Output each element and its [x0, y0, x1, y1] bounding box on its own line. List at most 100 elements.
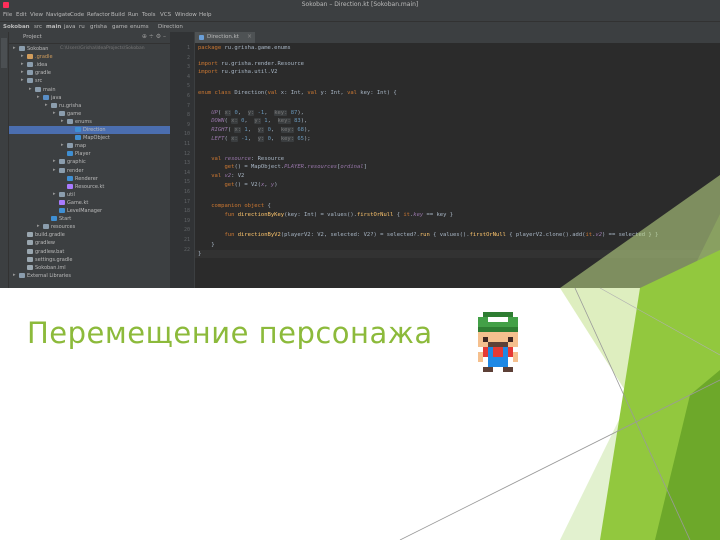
chevron-icon[interactable]: ▸ — [29, 86, 32, 92]
tree-item[interactable]: ▸ main — [9, 86, 170, 94]
tree-item-label: LevelManager — [67, 208, 103, 214]
chevron-icon[interactable]: ▸ — [21, 53, 24, 59]
tree-item[interactable]: ▸ .idea — [9, 61, 170, 69]
tree-item[interactable]: ▸ gradle — [9, 69, 170, 77]
menu-navigate[interactable]: Navigate — [46, 12, 71, 18]
tree-item[interactable]: gradlew.bat — [9, 248, 170, 256]
tree-item[interactable]: ▸ java — [9, 94, 170, 102]
folder-icon — [27, 54, 33, 60]
crumb-game[interactable]: game — [112, 24, 128, 30]
chevron-icon[interactable]: ▸ — [53, 191, 56, 197]
tree-item[interactable]: ▸ enums — [9, 118, 170, 126]
folder-icon — [43, 94, 49, 100]
title-bar: Sokoban – Direction.kt [Sokoban.main] — [0, 0, 720, 10]
tree-item[interactable]: ▸ util — [9, 191, 170, 199]
menu-vcs[interactable]: VCS — [160, 12, 171, 18]
folder-icon — [43, 224, 49, 230]
line-number: 9 — [186, 121, 190, 128]
tree-item-label: settings.gradle — [35, 256, 73, 263]
close-icon[interactable]: × — [247, 33, 252, 40]
chevron-icon[interactable]: ▸ — [13, 272, 16, 278]
folder-icon — [27, 62, 33, 68]
crumb-ru[interactable]: ru — [79, 24, 85, 30]
file-icon — [27, 256, 33, 262]
menu-help[interactable]: Help — [199, 12, 212, 18]
tree-item[interactable]: ▸ External Libraries — [9, 272, 170, 280]
project-tool-tab[interactable] — [1, 38, 7, 68]
code-line: LEFT( x: -1, y: 0, key: 65); — [211, 136, 311, 142]
tree-item[interactable]: LevelManager — [9, 207, 170, 215]
menu-edit[interactable]: Edit — [16, 12, 27, 18]
menu-run[interactable]: Run — [128, 12, 139, 18]
tree-item[interactable]: ▸ game — [9, 110, 170, 118]
tree-item[interactable]: ▸ render — [9, 167, 170, 175]
tree-item-label: Resource.kt — [75, 183, 105, 190]
tree-item[interactable]: Renderer — [9, 175, 170, 183]
tree-item[interactable]: Game.kt — [9, 199, 170, 207]
crumb-enums[interactable]: enums — [130, 24, 149, 30]
chevron-icon[interactable]: ▸ — [37, 94, 40, 100]
menu-window[interactable]: Window — [175, 12, 197, 18]
menu-code[interactable]: Code — [70, 12, 84, 18]
tree-item[interactable]: Resource.kt — [9, 183, 170, 191]
decor-line — [599, 287, 720, 356]
tree-item[interactable]: ▸ Sokoban C:\Users\Grisha\IdeaProjects\Sok… — [9, 45, 170, 53]
chevron-icon[interactable]: ▸ — [61, 142, 64, 148]
crumb-sokoban[interactable]: Sokoban — [3, 24, 30, 30]
chevron-icon[interactable]: ▸ — [13, 45, 16, 51]
chevron-icon[interactable]: ▸ — [45, 102, 48, 108]
menu-build[interactable]: Build — [111, 12, 125, 18]
code-line: get() = MapObject.PLAYER.resources[ordin… — [224, 164, 367, 170]
line-number: 15 — [183, 179, 190, 186]
code-line: DOWN( x: 0, y: 1, key: 83), — [211, 118, 308, 124]
menu-tools[interactable]: Tools — [142, 12, 156, 18]
tree-item[interactable]: build.gradle — [9, 231, 170, 239]
file-icon — [27, 240, 33, 246]
menu-file[interactable]: File — [3, 12, 12, 18]
current-line-highlight — [195, 250, 720, 258]
tree-item[interactable]: ▸ .gradle — [9, 53, 170, 61]
crumb-main[interactable]: main — [46, 24, 61, 30]
chevron-icon[interactable]: ▸ — [21, 61, 24, 67]
tree-item[interactable]: Start — [9, 215, 170, 223]
line-number: 8 — [186, 112, 190, 119]
menu-refactor[interactable]: Refactor — [87, 12, 110, 18]
chevron-icon[interactable]: ▸ — [53, 158, 56, 164]
line-number: 18 — [183, 208, 190, 215]
line-number: 1 — [186, 45, 190, 51]
chevron-icon[interactable]: ▸ — [21, 69, 24, 75]
crumb-grisha[interactable]: grisha — [90, 24, 107, 30]
tree-item-label: main — [43, 86, 56, 93]
folder-icon — [27, 70, 33, 76]
file-icon — [75, 127, 81, 132]
file-icon — [59, 208, 65, 213]
tree-item[interactable]: ▸ map — [9, 142, 170, 150]
file-icon — [51, 216, 57, 222]
chevron-icon[interactable]: ▸ — [61, 118, 64, 124]
line-number: 20 — [183, 227, 190, 234]
panel-tools-icon[interactable]: ⊕ ÷ ⚙ – — [142, 33, 166, 40]
line-number: 2 — [186, 54, 190, 61]
tree-item[interactable]: Sokoban.iml — [9, 264, 170, 272]
chevron-icon[interactable]: ▸ — [53, 110, 56, 116]
chevron-icon[interactable]: ▸ — [37, 223, 40, 229]
menu-bar: File Edit View Navigate Code Refactor Bu… — [0, 10, 720, 21]
menu-view[interactable]: View — [30, 12, 43, 18]
tree-item[interactable]: Player — [9, 150, 170, 158]
code-line: val v2: V2 — [211, 173, 245, 179]
tree-item[interactable]: gradlew — [9, 239, 170, 247]
tree-item[interactable]: Direction — [9, 126, 170, 134]
chevron-icon[interactable]: ▸ — [53, 167, 56, 173]
crumb-java[interactable]: java — [64, 24, 76, 30]
code-line: RIGHT( x: 1, y: 0, key: 68), — [211, 127, 311, 133]
tree-item[interactable]: MapObject — [9, 134, 170, 142]
tree-item[interactable]: ▸ graphic — [9, 158, 170, 166]
crumb-direction[interactable]: Direction — [158, 24, 183, 30]
tree-item[interactable]: settings.gradle — [9, 256, 170, 264]
tree-item[interactable]: ▸ ru.grisha — [9, 102, 170, 110]
project-panel-title[interactable]: Project — [23, 34, 42, 40]
crumb-src[interactable]: src — [34, 24, 42, 30]
tree-item[interactable]: ▸ src — [9, 77, 170, 85]
chevron-icon[interactable]: ▸ — [21, 77, 24, 83]
tree-item[interactable]: ▸ resources — [9, 223, 170, 231]
